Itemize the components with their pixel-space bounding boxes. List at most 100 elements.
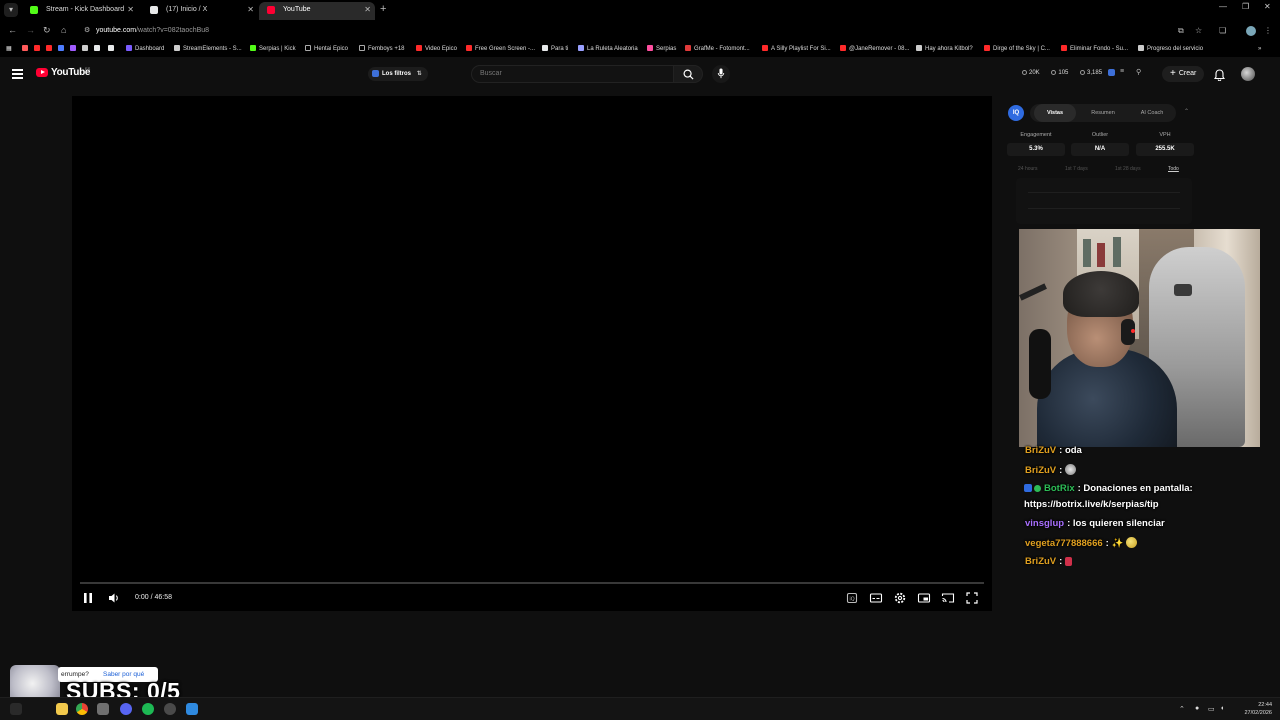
- pin-icon[interactable]: ⚲: [1136, 68, 1141, 76]
- filters-button[interactable]: Los filtros ⇅: [368, 67, 428, 81]
- bookmark-item[interactable]: Hay ahora Kitbol?: [916, 44, 973, 54]
- file-explorer-icon[interactable]: [56, 703, 68, 715]
- bookmark-item[interactable]: Eliminar Fondo - Su...: [1061, 44, 1128, 54]
- tab-vistas[interactable]: Vistas: [1034, 104, 1076, 122]
- bookmark-item[interactable]: Para ti: [542, 44, 568, 54]
- bookmark-icon-only[interactable]: [46, 44, 55, 54]
- search-button[interactable]: [673, 65, 703, 83]
- system-clock[interactable]: 22:44 27/02/2026: [1236, 701, 1272, 717]
- bookmark-star-icon[interactable]: ☆: [1195, 26, 1202, 35]
- search-icon: [683, 69, 694, 80]
- reload-icon[interactable]: ↻: [43, 25, 51, 36]
- tray-overflow-icon[interactable]: ⌃: [1179, 705, 1185, 713]
- volume-icon: [109, 593, 118, 603]
- close-tab-icon[interactable]: ✕: [364, 2, 371, 18]
- minimize-window-icon[interactable]: —: [1219, 2, 1227, 11]
- new-tab-icon[interactable]: +: [380, 3, 386, 15]
- bookmark-folder[interactable]: Hentai Epico: [305, 44, 348, 54]
- pause-button[interactable]: [82, 591, 94, 610]
- bookmark-item[interactable]: @JaneRemover - 08...: [840, 44, 909, 54]
- bookmark-icon-only[interactable]: [58, 44, 67, 54]
- network-icon[interactable]: ▭: [1208, 705, 1215, 713]
- bookmark-item[interactable]: Dirge of the Sky | C...: [984, 44, 1050, 54]
- tab-resumen[interactable]: Resumen: [1080, 104, 1126, 122]
- progress-bar[interactable]: [80, 582, 984, 584]
- bookmark-item[interactable]: A Silly Playlist For Si...: [762, 44, 831, 54]
- range-24-hours[interactable]: 24 hours: [1018, 166, 1037, 172]
- start-button[interactable]: [10, 703, 22, 715]
- settings-button[interactable]: [893, 591, 907, 610]
- browser-menu-icon[interactable]: ⋮: [1264, 26, 1272, 35]
- discord-icon[interactable]: [120, 703, 132, 715]
- tab-title: Stream - Kick Dashboard: [46, 6, 125, 13]
- voice-search-button[interactable]: [712, 65, 730, 83]
- range-first-28-days[interactable]: 1st 28 days: [1115, 166, 1141, 172]
- apps-grid-icon[interactable]: ▦: [6, 44, 12, 54]
- microphone-icon: [717, 68, 725, 79]
- profile-avatar-icon[interactable]: [1246, 26, 1256, 36]
- search-input[interactable]: Buscar: [471, 65, 673, 83]
- create-button[interactable]: + Crear: [1162, 66, 1205, 82]
- home-icon[interactable]: ⌂: [61, 25, 66, 35]
- metric-value-outlier: N/A: [1071, 143, 1129, 156]
- vidiq-player-button[interactable]: iQ: [845, 591, 859, 610]
- account-avatar[interactable]: [1241, 67, 1255, 81]
- collapse-icon[interactable]: ⌃: [1184, 108, 1189, 115]
- forward-icon[interactable]: →: [26, 25, 35, 35]
- bookmark-favicon-icon: [250, 45, 256, 51]
- bookmark-folder[interactable]: Femboys +18: [359, 44, 405, 54]
- tab-ai-coach[interactable]: AI Coach: [1130, 104, 1174, 122]
- miniplayer-button[interactable]: [917, 591, 931, 610]
- chrome-icon[interactable]: [76, 703, 88, 715]
- tab-search-button[interactable]: ▾: [4, 3, 18, 17]
- streamer-bot-icon[interactable]: [186, 703, 198, 715]
- list-icon[interactable]: ≡: [1120, 68, 1124, 75]
- bookmark-item[interactable]: StreamElements - S...: [174, 44, 242, 54]
- close-window-icon[interactable]: ✕: [1264, 2, 1271, 11]
- back-icon[interactable]: ←: [8, 25, 17, 35]
- cast-button[interactable]: [941, 591, 955, 610]
- bookmark-icon-only[interactable]: [22, 44, 31, 54]
- comments-stat: 105: [1051, 70, 1073, 76]
- vidiq-extension-icon[interactable]: [1108, 69, 1115, 76]
- close-tab-icon[interactable]: ✕: [247, 2, 254, 18]
- menu-icon[interactable]: [12, 69, 23, 79]
- bookmark-item[interactable]: GrafMe - Fotomont...: [685, 44, 750, 54]
- range-all[interactable]: Todo: [1168, 166, 1179, 172]
- bookmark-icon-only[interactable]: [108, 44, 117, 54]
- bookmark-item[interactable]: Free Green Screen -...: [466, 44, 535, 54]
- video-player[interactable]: 0:00 / 46:58 iQ: [72, 96, 992, 611]
- maximize-window-icon[interactable]: ❐: [1242, 2, 1249, 11]
- browser-tab-x[interactable]: (17) Inicio / X ✕: [142, 2, 258, 20]
- bookmark-item[interactable]: Video Epico: [416, 44, 457, 54]
- spotify-icon[interactable]: [142, 703, 154, 715]
- youtube-logo-icon[interactable]: [36, 68, 48, 77]
- extensions-icon[interactable]: ❏: [1219, 26, 1226, 35]
- volume-tray-icon[interactable]: ◖: [1220, 705, 1224, 712]
- tray-app-icon[interactable]: ●: [1195, 705, 1199, 712]
- bookmark-icon-only[interactable]: [34, 44, 43, 54]
- bookmark-icon-only[interactable]: [82, 44, 91, 54]
- bookmark-item[interactable]: Serpias | Kick: [250, 44, 296, 54]
- close-tab-icon[interactable]: ✕: [127, 2, 134, 18]
- app-icon[interactable]: [97, 703, 109, 715]
- fullscreen-button[interactable]: [965, 591, 979, 610]
- bookmark-icon-only[interactable]: [70, 44, 79, 54]
- notifications-button[interactable]: [1213, 68, 1226, 86]
- bookmark-item[interactable]: Progreso del servicio: [1138, 44, 1203, 54]
- site-info-icon[interactable]: ⚙: [84, 23, 90, 39]
- subtitles-button[interactable]: [869, 591, 883, 610]
- bookmark-item[interactable]: La Ruleta Aleatoria: [578, 44, 638, 54]
- bookmark-item[interactable]: Serpias: [647, 44, 676, 54]
- address-bar[interactable]: ⚙ youtube.com/watch?v=082taochBu8: [78, 23, 1198, 39]
- browser-tab-youtube[interactable]: YouTube ✕: [259, 2, 375, 20]
- bookmarks-overflow-icon[interactable]: »: [1258, 44, 1261, 54]
- bookmark-icon-only[interactable]: [94, 44, 103, 54]
- browser-tab-kick[interactable]: Stream - Kick Dashboard ✕: [22, 2, 138, 20]
- bookmark-item[interactable]: Dashboard: [126, 44, 164, 54]
- obs-icon[interactable]: [164, 703, 176, 715]
- install-app-icon[interactable]: ⧉: [1178, 26, 1184, 36]
- volume-button[interactable]: [107, 591, 121, 610]
- range-first-7-days[interactable]: 1st 7 days: [1065, 166, 1088, 172]
- chat-message: vinsglup: los quieren silenciar: [1025, 518, 1165, 529]
